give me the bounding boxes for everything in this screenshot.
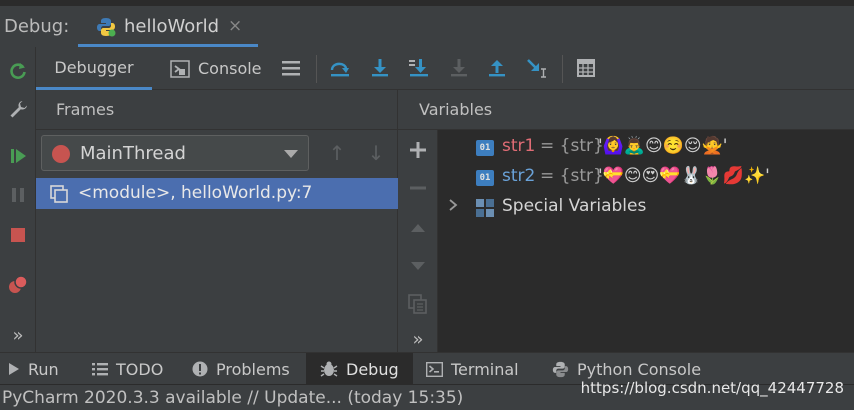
watermark: https://blog.csdn.net/qq_42447728	[580, 379, 844, 397]
variable-type: = {str}	[540, 136, 604, 156]
debug-tool-window-header: Debug: helloWorld ×	[0, 0, 854, 47]
remove-watch-icon[interactable]	[405, 175, 431, 201]
previous-frame-button[interactable]: ↑	[325, 140, 349, 166]
add-watch-icon[interactable]	[405, 137, 431, 163]
thread-name: MainThread	[80, 143, 186, 164]
python-console-icon	[552, 361, 569, 378]
evaluate-expression-icon[interactable]	[573, 55, 599, 81]
tool-window-todo[interactable]: TODO	[92, 353, 163, 385]
tab-helloworld[interactable]: helloWorld ×	[78, 6, 258, 47]
variable-type: = {str}	[540, 166, 604, 186]
variables-side-toolbar: »	[398, 130, 438, 352]
menu-icon[interactable]	[278, 55, 304, 81]
settings-icon[interactable]	[0, 91, 36, 127]
next-frame-button[interactable]: ↓	[364, 140, 388, 166]
more-icon[interactable]: »	[405, 326, 431, 352]
tab-label: Debugger	[54, 57, 134, 77]
variable-row[interactable]: 01 str1 = {str} '🙆‍♀️🙇‍♂️😊☺️😌🙅'	[438, 133, 854, 161]
frames-title: Frames	[56, 100, 115, 119]
tool-window-label: Terminal	[451, 359, 519, 379]
special-variables-label: Special Variables	[502, 196, 647, 216]
special-variables-row[interactable]: Special Variables	[438, 193, 854, 221]
tool-window-label: Run	[28, 359, 59, 379]
more-icon[interactable]: »	[0, 317, 36, 353]
debugger-toolbar: Debugger Console	[36, 47, 854, 90]
thread-selector[interactable]: MainThread	[41, 135, 309, 171]
tab-label: Console	[198, 59, 262, 78]
chevron-right-icon[interactable]	[448, 198, 458, 216]
tool-window-label: TODO	[116, 359, 164, 379]
rerun-icon[interactable]	[0, 53, 36, 89]
move-up-icon[interactable]	[405, 215, 431, 241]
pause-icon[interactable]	[0, 177, 36, 213]
debug-actions-strip: »	[0, 47, 36, 352]
stop-icon[interactable]	[0, 217, 36, 253]
copy-icon[interactable]	[405, 291, 431, 317]
step-out-icon[interactable]	[484, 55, 510, 81]
variable-name: str1	[502, 136, 536, 156]
resume-icon[interactable]	[0, 138, 36, 174]
debug-icon	[320, 360, 338, 378]
status-message[interactable]: PyCharm 2020.3.3 available // Update... …	[2, 388, 463, 408]
frames-header: Frames	[36, 90, 398, 130]
frame-icon	[50, 185, 68, 203]
step-into-my-code-icon[interactable]	[446, 55, 472, 81]
variable-value: '💝😊😍💝🐰🌷💋✨'	[598, 166, 770, 186]
run-icon	[8, 362, 20, 376]
frames-panel: MainThread ↑ ↓ <module>, helloWorld.py:7	[36, 130, 398, 352]
tab-debugger[interactable]: Debugger	[36, 47, 152, 90]
step-into-icon[interactable]	[406, 55, 432, 81]
run-to-cursor-icon[interactable]	[524, 55, 550, 81]
show-execution-point-icon[interactable]	[327, 55, 353, 81]
tool-window-label: Python Console	[577, 359, 702, 379]
variable-row[interactable]: 01 str2 = {str} '💝😊😍💝🐰🌷💋✨'	[438, 163, 854, 191]
variable-name: str2	[502, 166, 536, 186]
thread-status-icon	[52, 145, 70, 163]
tool-window-run[interactable]: Run	[8, 353, 59, 385]
frame-row[interactable]: <module>, helloWorld.py:7	[36, 178, 398, 209]
string-type-icon: 01	[476, 170, 494, 186]
string-type-icon: 01	[476, 140, 494, 156]
tool-window-problems[interactable]: Problems	[192, 353, 290, 385]
variables-tree: 01 str1 = {str} '🙆‍♀️🙇‍♂️😊☺️😌🙅' 01 str2 …	[438, 130, 854, 352]
console-icon	[170, 59, 190, 79]
toolbar-separator	[562, 55, 563, 83]
debug-label: Debug:	[4, 16, 70, 37]
frame-label: <module>, helloWorld.py:7	[78, 183, 313, 203]
variables-header: Variables	[398, 90, 854, 130]
terminal-icon	[426, 361, 443, 377]
chevron-down-icon	[284, 150, 298, 158]
variables-title: Variables	[419, 100, 493, 119]
tab-title: helloWorld	[124, 16, 220, 37]
tool-window-terminal[interactable]: Terminal	[426, 353, 519, 385]
tool-window-label: Debug	[346, 359, 399, 379]
python-icon	[96, 17, 116, 37]
todo-icon	[92, 362, 108, 376]
problems-icon	[192, 361, 208, 377]
move-down-icon[interactable]	[405, 253, 431, 279]
step-over-icon[interactable]	[367, 55, 393, 81]
status-bar: PyCharm 2020.3.3 available // Update... …	[0, 379, 854, 410]
toolbar-separator	[316, 55, 317, 83]
tab-console[interactable]: Console	[170, 47, 270, 90]
view-breakpoints-icon[interactable]	[0, 267, 36, 303]
tool-window-label: Problems	[216, 359, 290, 379]
special-variables-icon	[476, 199, 494, 217]
tool-window-debug[interactable]: Debug	[306, 353, 413, 385]
close-icon[interactable]: ×	[228, 16, 242, 36]
variable-value: '🙆‍♀️🙇‍♂️😊☺️😌🙅'	[598, 136, 728, 156]
